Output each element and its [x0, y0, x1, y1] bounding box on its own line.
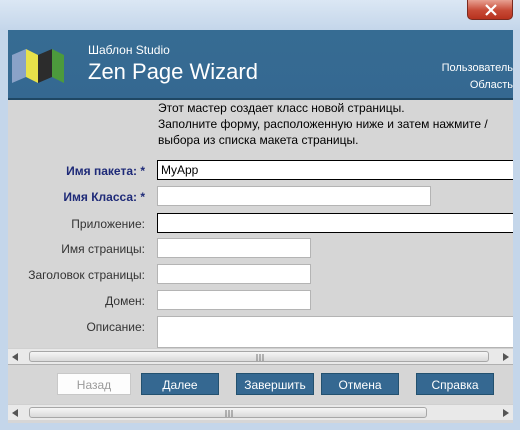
- class-name-input[interactable]: [157, 186, 431, 206]
- class-label: Имя Класса: *: [63, 190, 145, 204]
- intro-line: Заполните форму, расположенную ниже и за…: [158, 117, 488, 131]
- application-row: Приложение:: [8, 213, 513, 235]
- page-title-label: Заголовок страницы:: [28, 268, 145, 282]
- close-icon: [485, 4, 497, 16]
- scroll-left-icon[interactable]: [12, 409, 18, 417]
- grip-icon: [256, 354, 264, 361]
- window-horizontal-scrollbar[interactable]: [8, 404, 513, 420]
- back-button[interactable]: Назад: [57, 373, 131, 395]
- header-info: Пользователь Область: [442, 60, 513, 94]
- description-label: Описание:: [86, 320, 145, 334]
- header-user-label: Пользователь: [441, 62, 513, 74]
- window-frame-right: [513, 30, 520, 430]
- wizard-window: Шаблон Studio Zen Page Wizard Пользовате…: [8, 30, 513, 423]
- help-button[interactable]: Справка: [416, 373, 494, 395]
- header-subtitle: Шаблон Studio: [88, 43, 170, 57]
- wizard-form: Этот мастер создает класс новой страницы…: [8, 100, 513, 348]
- intro-line: выбора из списка макета страницы.: [158, 133, 359, 147]
- page-name-row: Имя страницы:: [8, 238, 513, 260]
- domain-row: Домен:: [8, 290, 513, 312]
- next-button[interactable]: Далее: [141, 373, 219, 395]
- page-name-input[interactable]: [157, 238, 311, 258]
- window-frame-bottom: [0, 423, 520, 430]
- package-name-input[interactable]: [157, 160, 513, 180]
- page-title-row: Заголовок страницы:: [8, 264, 513, 286]
- page-title: Zen Page Wizard: [88, 59, 258, 84]
- intro-text: Этот мастер создает класс новой страницы…: [158, 100, 488, 148]
- window-frame-left: [0, 30, 8, 430]
- window-close-button[interactable]: [467, 0, 513, 20]
- application-input[interactable]: [157, 213, 513, 233]
- class-row: Имя Класса: *: [8, 186, 513, 208]
- package-label: Имя пакета: *: [66, 164, 145, 178]
- header-namespace-label: Область: [469, 79, 513, 91]
- wizard-header: Шаблон Studio Zen Page Wizard Пользовате…: [8, 30, 513, 100]
- grip-icon: [225, 410, 233, 417]
- domain-label: Домен:: [105, 294, 145, 308]
- zen-logo-icon: [12, 49, 64, 83]
- domain-input[interactable]: [157, 290, 311, 310]
- description-textarea[interactable]: [157, 316, 513, 348]
- window-titlebar[interactable]: [0, 0, 520, 30]
- scroll-right-icon[interactable]: [503, 353, 509, 361]
- scroll-right-icon[interactable]: [503, 409, 509, 417]
- scroll-left-icon[interactable]: [12, 353, 18, 361]
- intro-line: Этот мастер создает класс новой страницы…: [158, 101, 405, 115]
- scrollbar-thumb[interactable]: [29, 407, 427, 418]
- form-horizontal-scrollbar[interactable]: [8, 348, 513, 364]
- package-row: Имя пакета: *: [8, 160, 513, 182]
- cancel-button[interactable]: Отмена: [321, 373, 399, 395]
- page-title-input[interactable]: [157, 264, 311, 284]
- page-name-label: Имя страницы:: [61, 242, 145, 256]
- description-row: Описание:: [8, 316, 513, 348]
- button-bar: Назад Далее Завершить Отмена Справка: [8, 364, 513, 403]
- scrollbar-thumb[interactable]: [29, 351, 489, 362]
- finish-button[interactable]: Завершить: [236, 373, 314, 395]
- application-label: Приложение:: [71, 217, 145, 231]
